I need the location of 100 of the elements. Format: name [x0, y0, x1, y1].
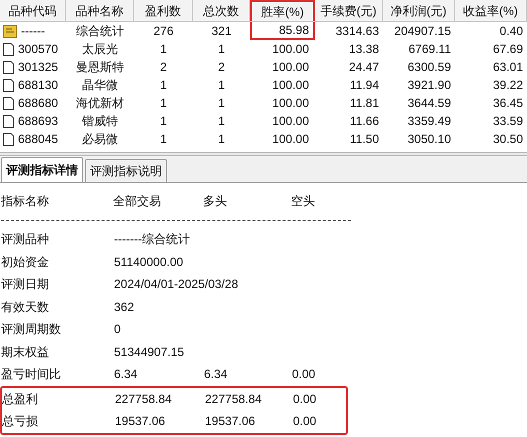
metric-value: 2024/04/01-2025/03/28 [113, 276, 238, 294]
table-cell-text: 100.00 [271, 113, 310, 130]
document-icon [3, 78, 14, 92]
folder-icon [3, 24, 17, 38]
table-cell-text: 11.66 [348, 113, 380, 130]
column-header[interactable]: 手续费(元) [315, 0, 383, 21]
metric-name: 盈亏时间比 [1, 366, 62, 384]
code-cell-text: ------ [21, 23, 45, 40]
table-cell-text: 3314.63 [334, 23, 380, 40]
table-cell-text: 100.00 [271, 95, 310, 112]
code-cell-text: 688693 [18, 113, 58, 130]
table-cell-text: 30.50 [492, 131, 524, 148]
table-cell-text: 0.40 [498, 23, 524, 40]
metric-value: 0 [113, 321, 121, 338]
column-header[interactable]: 总次数 [193, 0, 250, 21]
table-cell-text: 11.94 [348, 77, 380, 94]
metric-name: 总亏损 [2, 413, 39, 430]
metric-value: 227758.84 [114, 390, 173, 408]
metric-name: 评测日期 [1, 276, 50, 294]
table-row[interactable]: 688680 海优新材 1 1 100.00 11.81 3644.59 36.45 [0, 94, 527, 112]
table-cell-text: 锴威特 [81, 113, 119, 130]
table-cell-text: 综合统计 [75, 23, 125, 40]
column-header[interactable]: 收益率(%) [455, 0, 527, 21]
table-cell-text: 67.69 [492, 41, 524, 58]
column-label: 空头 [291, 193, 316, 210]
metric-name: 有效天数 [1, 298, 50, 316]
table-cell-text: 33.59 [492, 113, 524, 130]
table-cell-text: 太辰光 [81, 41, 119, 58]
column-header[interactable]: 胜率(%) [250, 0, 315, 21]
tab[interactable]: 评测指标说明 [85, 159, 167, 182]
metric-value: 227758.84 [204, 390, 263, 408]
table-row[interactable]: 688045 必易微 1 1 100.00 11.50 3050.10 30.50 [0, 130, 527, 148]
table-cell-text: 100.00 [271, 77, 310, 94]
table-cell-text: 321 [210, 23, 233, 40]
table-cell-text: 6769.11 [408, 41, 452, 58]
table-cell-text: 2 [159, 59, 168, 76]
table-row[interactable]: 300570 太辰光 1 1 100.00 13.38 6769.11 67.69 [0, 40, 527, 58]
table-cell-text: 2 [217, 59, 226, 76]
code-cell-text: 688045 [18, 131, 58, 148]
table-cell-text: 1 [217, 131, 226, 148]
table-cell-text: 11.50 [348, 131, 380, 148]
table-cell-text: 曼恩斯特 [75, 59, 125, 76]
metric-value: -------综合统计 [113, 231, 190, 248]
table-cell-text: 276 [152, 23, 175, 40]
metric-value: 6.34 [203, 366, 228, 384]
table-cell-text: 100.00 [271, 59, 310, 76]
metric-value: 0.00 [292, 390, 316, 408]
table-cell-text: 1 [217, 77, 226, 94]
table-cell-text: 11.81 [348, 95, 380, 112]
document-icon [3, 132, 14, 146]
document-icon [3, 60, 14, 74]
table-cell-text: 1 [159, 41, 168, 58]
metric-value: 6.34 [113, 366, 138, 384]
document-icon [3, 96, 14, 110]
metric-value: 362 [113, 298, 134, 316]
metric-value: 0.00 [292, 413, 316, 430]
table-cell-text: 13.38 [348, 41, 380, 58]
table-cell-text: 3050.10 [406, 131, 452, 148]
column-header[interactable]: 盈利数 [134, 0, 193, 21]
table-row[interactable]: 688130 晶华微 1 1 100.00 11.94 3921.90 39.22 [0, 76, 527, 94]
metric-value: 51140000.00 [113, 254, 184, 271]
table-cell: 85.98 [250, 22, 315, 40]
table-cell-text: 1 [159, 77, 168, 94]
metric-name: 初始资金 [1, 254, 50, 271]
table-cell-text: 100.00 [271, 131, 310, 148]
table-cell-text: 3921.90 [406, 77, 452, 94]
table-cell-text: 1 [159, 95, 168, 112]
tab[interactable]: 评测指标详情 [1, 157, 83, 182]
table-cell-text: 1 [217, 41, 226, 58]
metric-value: 51344907.15 [113, 344, 184, 361]
table-row[interactable]: ------ 综合统计 276 321 85.98 3314.63 204907.15 0.40 [0, 22, 527, 40]
metric-value: 19537.06 [114, 413, 166, 430]
table-cell-text: 1 [217, 113, 226, 130]
table-cell-text: 63.01 [492, 59, 524, 76]
table-cell-text: 3359.49 [406, 113, 452, 130]
column-header[interactable]: 品种代码 [0, 0, 66, 21]
column-label: 全部交易 [113, 193, 162, 210]
metric-value: 19537.06 [204, 413, 256, 430]
code-cell-text: 688680 [18, 95, 58, 112]
table-cell-text: 100.00 [271, 41, 310, 58]
column-header[interactable]: 净利润(元) [383, 0, 455, 21]
code-cell-text: 688130 [18, 77, 58, 94]
code-cell-text: 301325 [18, 59, 58, 76]
metric-name: 期末权益 [1, 344, 50, 361]
table-cell-text: 204907.15 [393, 23, 452, 40]
document-icon [3, 114, 14, 128]
table-cell-text: 3644.59 [406, 95, 452, 112]
metric-value: 0.00 [291, 366, 316, 384]
table-row[interactable]: 688693 锴威特 1 1 100.00 11.66 3359.49 33.59 [0, 112, 527, 130]
column-header[interactable]: 品种名称 [66, 0, 134, 21]
document-icon [3, 42, 14, 56]
code-cell-text: 300570 [18, 41, 58, 58]
metric-name: 总盈利 [2, 390, 39, 408]
table-row[interactable]: 301325 曼恩斯特 2 2 100.00 24.47 6300.59 63.01 [0, 58, 527, 76]
column-label: 指标名称 [1, 193, 50, 210]
metric-name: 评测品种 [1, 231, 50, 248]
column-label: 多头 [203, 193, 228, 210]
table-cell-text: 海优新材 [75, 95, 125, 112]
metric-name: 评测周期数 [1, 321, 62, 338]
table-cell-text: 晶华微 [81, 77, 119, 94]
